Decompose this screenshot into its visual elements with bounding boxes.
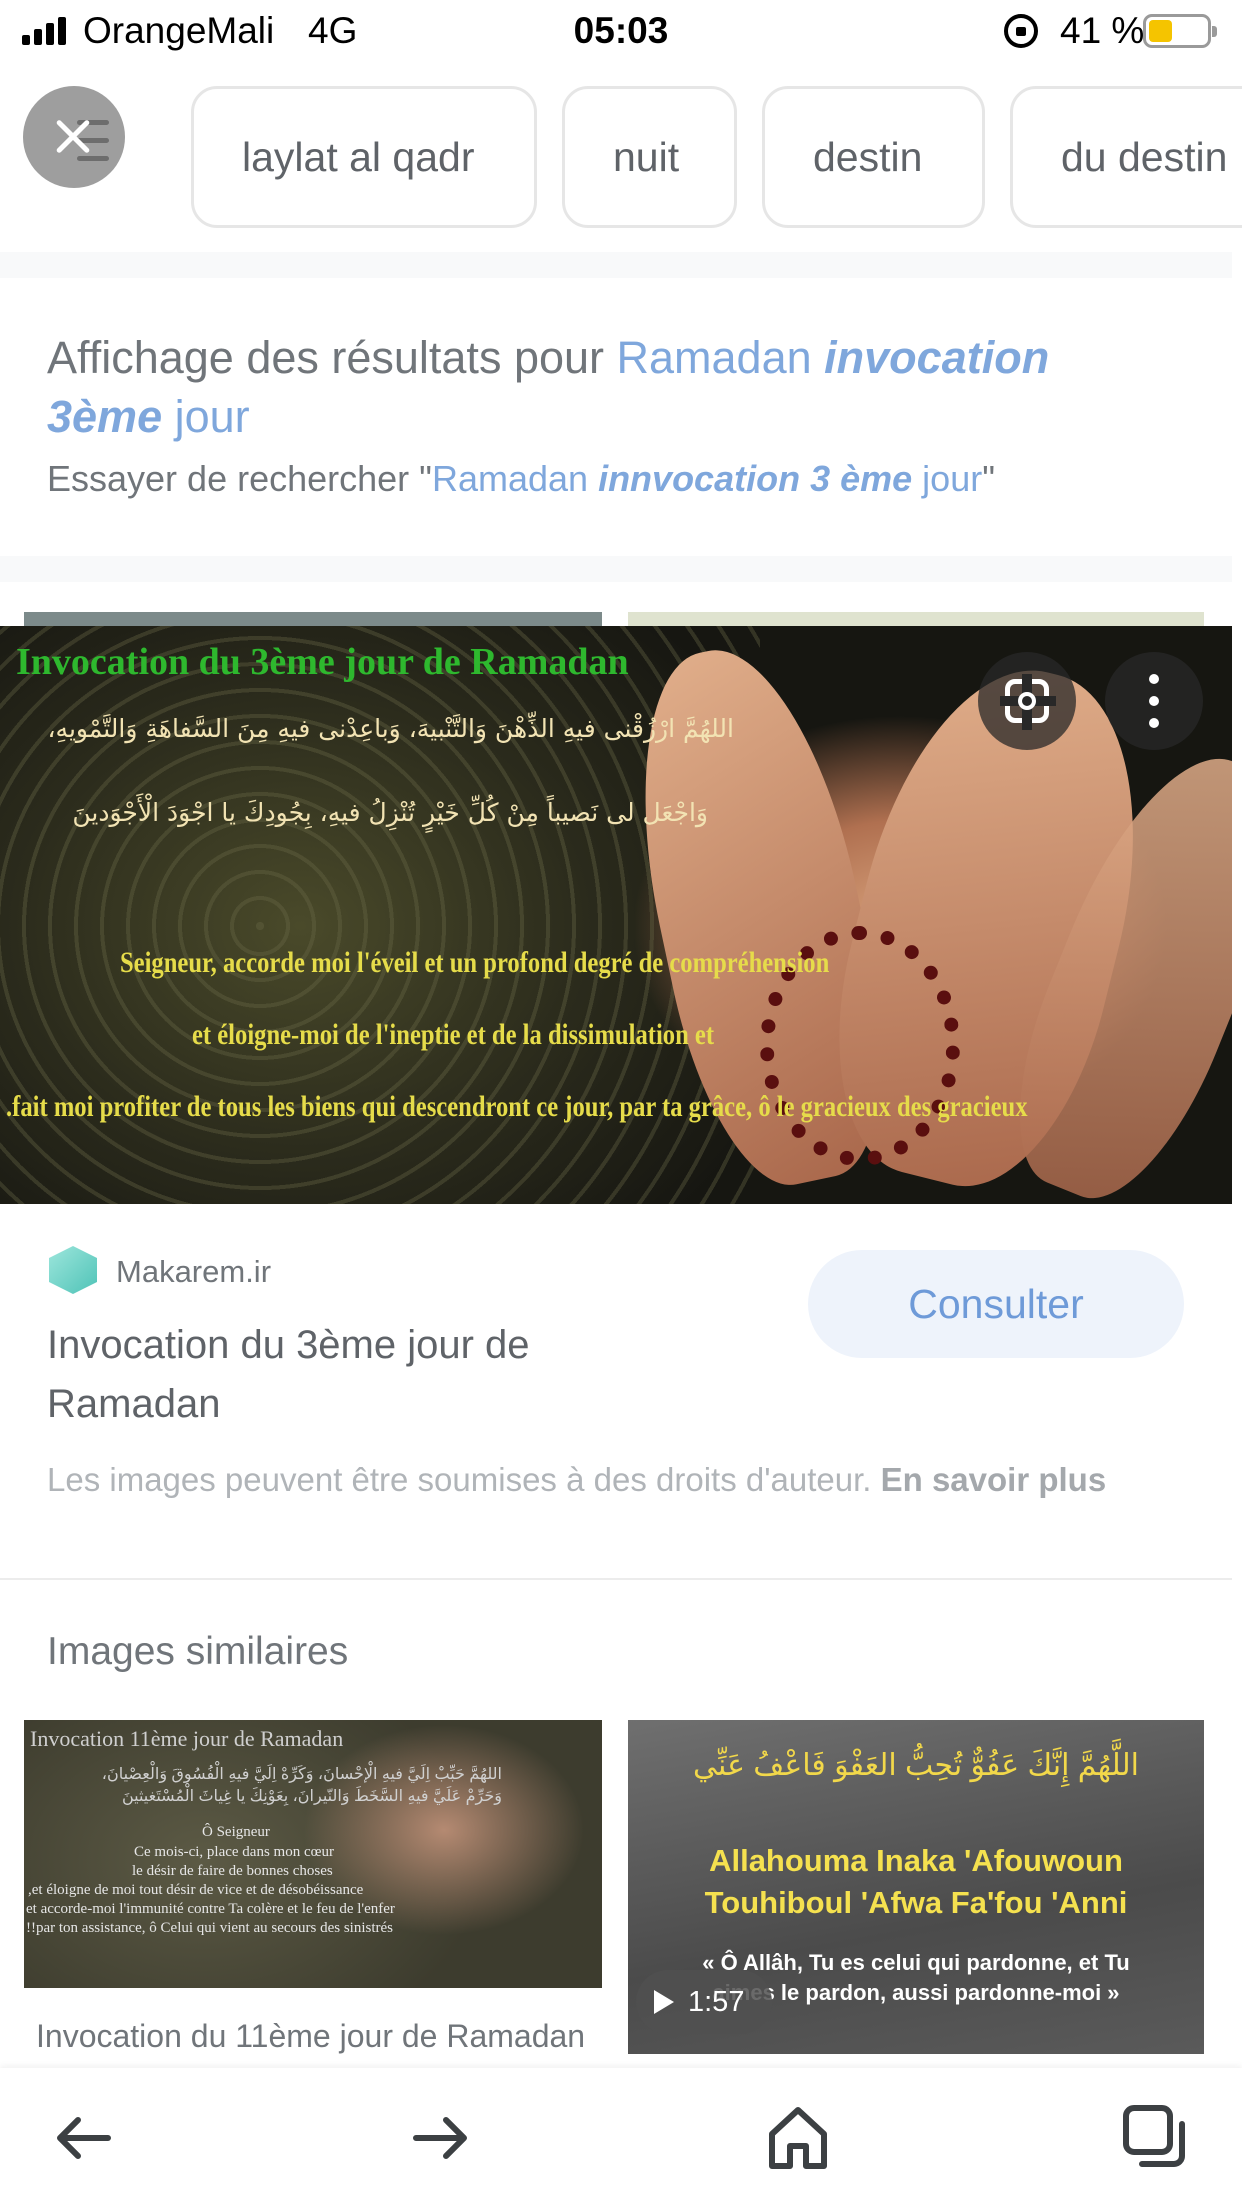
- image-french-line-1: Seigneur, accorde moi l'éveil et un prof…: [120, 946, 830, 979]
- original-word-1: Ramadan: [431, 458, 589, 499]
- learn-more-link[interactable]: En savoir plus: [881, 1461, 1107, 1498]
- copyright-text: Les images peuvent être soumises à des d…: [47, 1461, 881, 1498]
- thumb1-fr-1: Ô Seigneur: [202, 1824, 270, 1840]
- query-emphasis-1: invocation: [824, 332, 1050, 383]
- thumb1-arabic-2: وَحَرِّمْ عَلَيَّ فيهِ السَّخَطَ وَالنّي…: [121, 1788, 502, 1805]
- preview-image[interactable]: Invocation du 3ème jour de Ramadan اللهُ…: [0, 626, 1232, 1204]
- thumb2-main-line-2: Touhiboul 'Afwa Fa'fou 'Anni: [704, 1885, 1128, 1920]
- thumb1-fr-4: ,et éloigne de moi tout désir de vice et…: [28, 1882, 364, 1898]
- back-arrow-icon[interactable]: [44, 2098, 124, 2178]
- lens-icon[interactable]: [978, 652, 1076, 750]
- query-word-2: jour: [174, 391, 250, 442]
- close-filter-icon[interactable]: [23, 86, 125, 188]
- thumb1-title: Invocation 11ème jour de Ramadan: [30, 1726, 344, 1751]
- related-searches-chips: laylat al qadr nuit destin du destin: [0, 62, 1242, 252]
- search-instead: Essayer de rechercher "Ramadan innvocati…: [47, 458, 1217, 500]
- image-arabic-line-1: اللهُمَّ ارْزُقْنى فيهِ الذِّهْنَ وَالتَ…: [47, 714, 734, 743]
- battery-percent: 41 %: [1060, 10, 1145, 51]
- query-word-1: Ramadan: [616, 332, 812, 383]
- similar-video-2[interactable]: اللَّهُمَّ إِنَّكَ عَفُوٌّ تُحِبُّ العَف…: [628, 1720, 1204, 2054]
- consult-button[interactable]: Consulter: [808, 1250, 1184, 1358]
- clock: 05:03: [573, 10, 669, 51]
- image-title-text: Invocation du 3ème jour de Ramadan: [16, 641, 629, 683]
- thumb2-main-text: Allahouma Inaka 'Afouwoun Touhiboul 'Afw…: [628, 1840, 1204, 1924]
- video-duration: 1:57: [688, 1985, 745, 2018]
- thumb1-fr-5: et accorde-moi l'immunité contre Ta colè…: [26, 1901, 395, 1917]
- bottom-navigation: [0, 2068, 1242, 2208]
- battery-level: [1149, 20, 1172, 42]
- forward-arrow-icon[interactable]: [400, 2098, 480, 2178]
- showing-results-for: Affichage des résultats pour Ramadan inv…: [47, 328, 1217, 446]
- section-divider: [0, 252, 1232, 278]
- thumb1-fr-6: !!par ton assistance, ô Celui qui vient …: [26, 1920, 394, 1936]
- search-instead-suffix: ": [982, 458, 995, 499]
- chip-destin[interactable]: destin: [762, 86, 985, 228]
- similar-images-heading: Images similaires: [47, 1630, 349, 1673]
- chip-nuit[interactable]: nuit: [562, 86, 737, 228]
- similar-image-1[interactable]: Invocation 11ème jour de Ramadan اللهُمَ…: [24, 1720, 602, 1988]
- original-emphasis: innvocation 3 ème: [598, 458, 913, 499]
- video-duration-badge: 1:57: [636, 1970, 772, 2034]
- battery-icon: [1143, 14, 1217, 48]
- section-divider: [0, 556, 1232, 582]
- chip-laylat-al-qadr[interactable]: laylat al qadr: [191, 86, 537, 228]
- showing-results-prefix: Affichage des résultats pour: [47, 332, 617, 383]
- results-info: Affichage des résultats pour Ramadan inv…: [47, 328, 1217, 500]
- thumb1-fr-2: Ce mois-ci, place dans mon cœur: [134, 1844, 334, 1860]
- status-bar: OrangeMali 4G 05:03 41 %: [0, 0, 1242, 62]
- similar-image-1-caption[interactable]: Invocation du 11ème jour de Ramadan: [36, 2018, 596, 2055]
- original-query-link[interactable]: Ramadan innvocation 3 ème jour: [432, 458, 982, 499]
- play-icon: [654, 1990, 674, 2014]
- original-word-2: jour: [922, 458, 983, 499]
- tabs-icon[interactable]: [1116, 2098, 1196, 2178]
- query-emphasis-2: 3ème: [47, 391, 163, 442]
- orientation-lock-icon: [1004, 14, 1038, 48]
- more-vert-icon[interactable]: [1105, 652, 1203, 750]
- thumb1-fr-3: le désir de faire de bonnes choses: [132, 1863, 333, 1879]
- image-french-line-3: .fait moi profiter de tous les biens qui…: [6, 1090, 1028, 1123]
- thumb2-arabic: اللَّهُمَّ إِنَّكَ عَفُوٌّ تُحِبُّ العَف…: [693, 1749, 1139, 1782]
- home-icon[interactable]: [758, 2098, 838, 2178]
- chip-du-destin[interactable]: du destin: [1010, 86, 1242, 228]
- divider: [0, 1578, 1232, 1580]
- image-arabic-line-2: وَاجْعَل لى نَصيباً مِنْ كُلِّ خَيْرٍ تُ…: [72, 798, 708, 827]
- result-title[interactable]: Invocation du 3ème jour de Ramadan: [47, 1316, 647, 1434]
- image-french-line-2: et éloigne-moi de l'ineptie et de la dis…: [192, 1018, 715, 1051]
- source-logo: [49, 1246, 97, 1294]
- thumb2-main-line-1: Allahouma Inaka 'Afouwoun: [709, 1843, 1123, 1878]
- source-name[interactable]: Makarem.ir: [116, 1254, 271, 1290]
- copyright-notice: Les images peuvent être soumises à des d…: [47, 1456, 1207, 1504]
- thumb1-arabic: اللهُمَّ حَبِّبْ اِلَيَّ فيهِ الْإحْسانَ…: [101, 1766, 502, 1783]
- search-instead-prefix: Essayer de rechercher ": [47, 458, 432, 499]
